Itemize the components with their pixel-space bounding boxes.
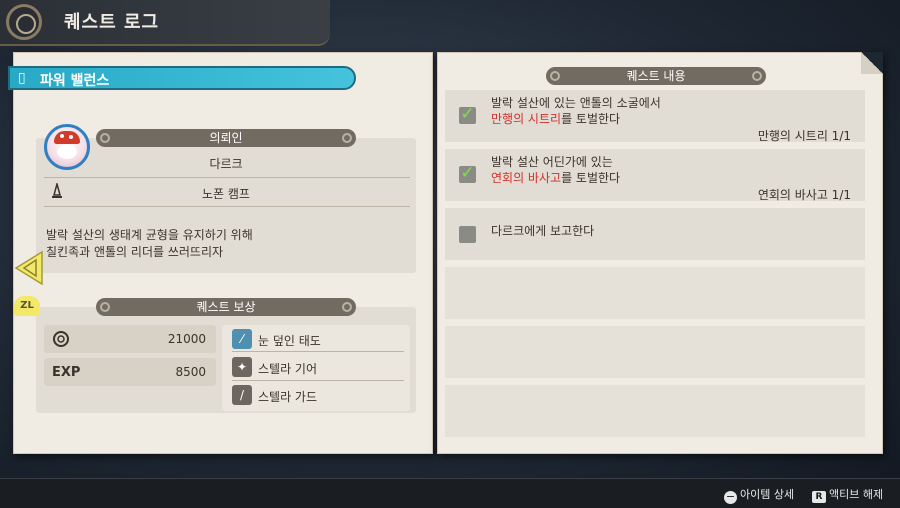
- exp-label: EXP: [52, 365, 81, 380]
- objective-text-line2: 연회의 바사고를 토벌한다: [491, 169, 620, 186]
- button-hint-bar: − 아이템 상세 R 액티브 해제: [0, 478, 900, 508]
- quest-name-banner: ▯ 파워 밸런스: [8, 66, 356, 90]
- client-avatar: [44, 124, 90, 170]
- guard-icon: /: [232, 385, 252, 405]
- objective-progress: 만행의 시트리 1/1: [757, 129, 851, 143]
- client-location: 노폰 캠프: [202, 187, 250, 201]
- page-title: 퀘스트 로그: [64, 12, 160, 33]
- divider: [232, 380, 404, 381]
- exp-amount: 8500: [175, 365, 206, 379]
- objective-target: 만행의 시트리: [491, 112, 562, 126]
- reward-item-name[interactable]: 스텔라 가드: [258, 388, 317, 405]
- quest-marker-icon: ▯: [18, 70, 26, 86]
- objective-row: ✓ 발락 설산 어딘가에 있는 연회의 바사고를 토벌한다 연회의 바사고 1/…: [445, 149, 865, 202]
- location-icon: [52, 183, 62, 198]
- objective-row: ✓ 발락 설산에 있는 앤톨의 소굴에서 만행의 시트리를 토벌한다 만행의 시…: [445, 90, 865, 143]
- client-name: 다르크: [209, 157, 243, 171]
- sword-icon: ⁄: [232, 329, 252, 349]
- zl-button[interactable]: ZL: [14, 296, 40, 316]
- previous-page-arrow-icon[interactable]: [14, 248, 44, 288]
- quest-name: 파워 밸런스: [40, 73, 110, 89]
- divider: [44, 206, 410, 207]
- objective-text-line2: 만행의 시트리를 토벌한다: [491, 110, 620, 127]
- quest-description-line2: 칠킨족과 앤톨의 리더를 쓰러뜨리자: [46, 245, 224, 259]
- reward-item-name[interactable]: 눈 덮인 태도: [258, 332, 321, 349]
- item-detail-hint[interactable]: − 아이템 상세: [724, 486, 794, 504]
- objective-row-empty: [445, 385, 865, 437]
- r-button-icon: R: [812, 491, 826, 503]
- coin-icon: [53, 331, 69, 347]
- divider: [44, 177, 410, 178]
- gear-icon: ✦: [232, 357, 252, 377]
- objective-row-empty: [445, 326, 865, 378]
- quest-log-ring-icon: [6, 4, 42, 40]
- objective-action: 를 토벌한다: [561, 171, 621, 185]
- objective-target: 연회의 바사고: [491, 171, 562, 185]
- objective-progress: 연회의 바사고 1/1: [757, 188, 851, 202]
- checkbox-checked-icon: ✓: [459, 104, 476, 124]
- item-detail-label: 아이템 상세: [740, 488, 795, 501]
- checkbox-checked-icon: ✓: [459, 163, 476, 183]
- deactivate-hint[interactable]: R 액티브 해제: [812, 486, 883, 503]
- objective-row: 다르크에게 보고한다: [445, 208, 865, 260]
- minus-button-icon: −: [724, 490, 737, 504]
- quest-description-line1: 발락 설산의 생태계 균형을 유지하기 위해: [46, 228, 253, 242]
- rewards-section-header: 퀘스트 보상: [96, 298, 356, 316]
- gold-amount: 21000: [167, 332, 206, 346]
- reward-item-name[interactable]: 스텔라 기어: [258, 360, 317, 377]
- objectives-section-header: 퀘스트 내용: [546, 67, 766, 85]
- objective-text-line1: 발락 설산에 있는 앤톨의 소굴에서: [491, 96, 661, 110]
- objective-row-empty: [445, 267, 865, 319]
- client-section-header: 의뢰인: [96, 129, 356, 147]
- objective-text-line1: 발락 설산 어딘가에 있는: [491, 155, 613, 169]
- deactivate-label: 액티브 해제: [829, 488, 884, 501]
- top-bar: 퀘스트 로그: [0, 0, 330, 46]
- divider: [232, 351, 404, 352]
- objective-action: 를 토벌한다: [561, 112, 621, 126]
- checkbox-unchecked-icon: [459, 226, 476, 243]
- objective-text-line1: 다르크에게 보고한다: [491, 224, 595, 238]
